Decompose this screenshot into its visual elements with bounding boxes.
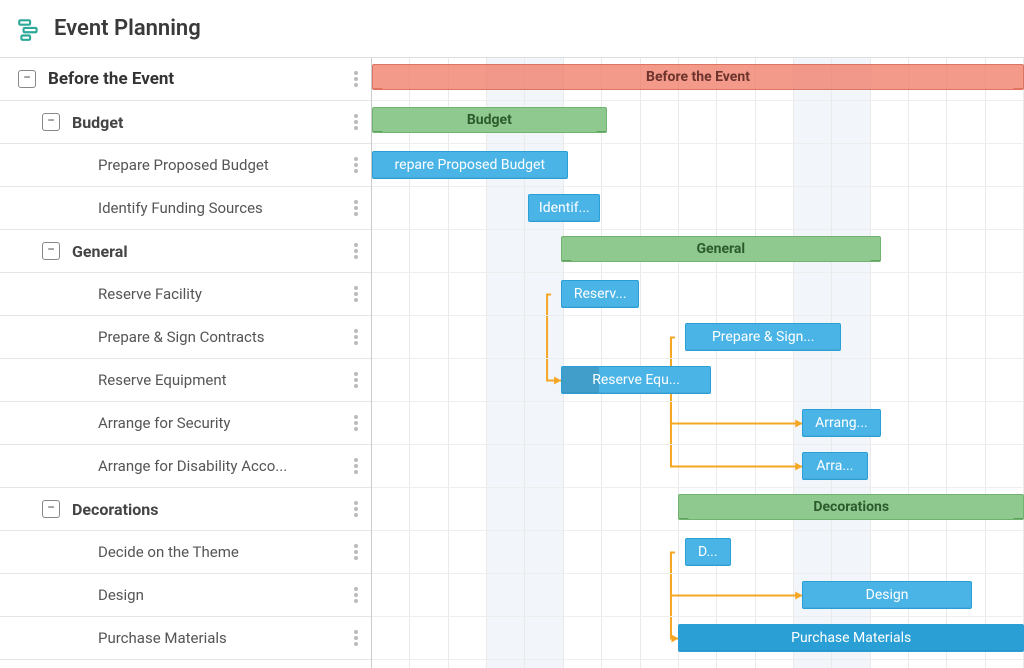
gantt-lane: Before the Event: [372, 58, 1024, 101]
gantt-lane: Reserv...: [372, 273, 1024, 316]
more-menu-icon[interactable]: [347, 624, 365, 652]
task-tree[interactable]: −Before the Event−BudgetPrepare Proposed…: [0, 58, 372, 668]
more-menu-icon[interactable]: [347, 280, 365, 308]
gantt-lane: Arra...: [372, 445, 1024, 488]
summary-bar-before[interactable]: Before the Event: [372, 64, 1024, 90]
content: −Before the Event−BudgetPrepare Proposed…: [0, 58, 1024, 668]
collapse-toggle[interactable]: −: [42, 113, 60, 131]
task-bar-prepbud[interactable]: repare Proposed Budget: [372, 151, 568, 179]
summary-bar-decor[interactable]: Decorations: [678, 494, 1024, 520]
collapse-toggle[interactable]: −: [18, 70, 36, 88]
task-row-resfac[interactable]: Reserve Facility: [0, 273, 371, 316]
task-label: Purchase Materials: [98, 629, 347, 647]
bar-label: Purchase Materials: [791, 630, 911, 646]
task-label: Reserve Facility: [98, 285, 347, 303]
gantt-lane: Identif...: [372, 187, 1024, 230]
task-row-decor[interactable]: −Decorations: [0, 488, 371, 531]
task-bar-contracts[interactable]: Prepare & Sign...: [685, 323, 841, 351]
task-label: Arrange for Security: [98, 414, 347, 432]
gantt-lane: Design: [372, 574, 1024, 617]
more-menu-icon[interactable]: [347, 366, 365, 394]
gantt-lane: Purchase Materials: [372, 617, 1024, 660]
bar-label: Before the Event: [646, 69, 750, 85]
bar-label: Reserv...: [574, 286, 627, 302]
task-row-disab[interactable]: Arrange for Disability Acco...: [0, 445, 371, 488]
gantt-lane: repare Proposed Budget: [372, 144, 1024, 187]
more-menu-icon[interactable]: [347, 65, 365, 93]
task-bar-design[interactable]: Design: [802, 581, 972, 609]
gantt-lane: Budget: [372, 101, 1024, 144]
more-menu-icon[interactable]: [347, 538, 365, 566]
task-bar-disab[interactable]: Arra...: [802, 452, 867, 480]
bar-label: General: [697, 241, 746, 257]
more-menu-icon[interactable]: [347, 452, 365, 480]
bar-label: Identif...: [539, 200, 590, 216]
bar-label: Budget: [467, 112, 512, 128]
task-bar-theme[interactable]: D...: [685, 538, 731, 566]
gantt-lane: Reserve Equ...: [372, 359, 1024, 402]
bar-label: Arrang...: [815, 415, 868, 431]
bar-label: Prepare & Sign...: [712, 329, 814, 345]
titlebar: Event Planning: [0, 0, 1024, 58]
task-bar-purchmat[interactable]: Purchase Materials: [678, 624, 1024, 652]
task-bar-identfund[interactable]: Identif...: [528, 194, 600, 222]
task-label: Prepare Proposed Budget: [98, 156, 347, 174]
page-title: Event Planning: [54, 16, 201, 41]
more-menu-icon[interactable]: [347, 151, 365, 179]
gantt-lane: D...: [372, 531, 1024, 574]
gantt-lane: Decorations: [372, 488, 1024, 531]
task-bar-resfac[interactable]: Reserv...: [561, 280, 639, 308]
more-menu-icon[interactable]: [347, 323, 365, 351]
collapse-toggle[interactable]: −: [42, 500, 60, 518]
gantt-chart[interactable]: Before the Event Budget repare Proposed Bu…: [372, 58, 1024, 668]
more-menu-icon[interactable]: [347, 194, 365, 222]
bar-label: Design: [866, 587, 909, 603]
task-label: Reserve Equipment: [98, 371, 347, 389]
gantt-lane: General: [372, 230, 1024, 273]
more-menu-icon[interactable]: [347, 108, 365, 136]
bar-label: repare Proposed Budget: [395, 157, 546, 173]
task-row-identfund[interactable]: Identify Funding Sources: [0, 187, 371, 230]
task-label: Decide on the Theme: [98, 543, 347, 561]
task-row-budget[interactable]: −Budget: [0, 101, 371, 144]
task-row-contracts[interactable]: Prepare & Sign Contracts: [0, 316, 371, 359]
bar-label: Reserve Equ...: [592, 372, 680, 388]
task-bar-resequip[interactable]: Reserve Equ...: [561, 366, 711, 394]
task-label: Decorations: [72, 500, 347, 519]
bar-label: Decorations: [813, 499, 889, 515]
task-row-purchmat[interactable]: Purchase Materials: [0, 617, 371, 660]
gantt-lane: Arrang...: [372, 402, 1024, 445]
gantt-icon: [16, 16, 42, 42]
task-row-security[interactable]: Arrange for Security: [0, 402, 371, 445]
collapse-toggle[interactable]: −: [42, 242, 60, 260]
summary-bar-general[interactable]: General: [561, 236, 880, 262]
task-label: Arrange for Disability Acco...: [98, 457, 347, 475]
more-menu-icon[interactable]: [347, 409, 365, 437]
task-label: Budget: [72, 113, 347, 132]
task-label: General: [72, 242, 347, 261]
task-label: Before the Event: [48, 69, 347, 89]
more-menu-icon[interactable]: [347, 237, 365, 265]
task-row-prepbud[interactable]: Prepare Proposed Budget: [0, 144, 371, 187]
task-bar-security[interactable]: Arrang...: [802, 409, 880, 437]
task-label: Prepare & Sign Contracts: [98, 328, 347, 346]
task-row-design[interactable]: Design: [0, 574, 371, 617]
task-row-resequip[interactable]: Reserve Equipment: [0, 359, 371, 402]
task-row-theme[interactable]: Decide on the Theme: [0, 531, 371, 574]
gantt-bars: Before the Event Budget repare Proposed Bu…: [372, 58, 1024, 668]
gantt-lane: Prepare & Sign...: [372, 316, 1024, 359]
task-row-before[interactable]: −Before the Event: [0, 58, 371, 101]
bar-label: Arra...: [816, 458, 853, 474]
more-menu-icon[interactable]: [347, 581, 365, 609]
task-label: Design: [98, 586, 347, 604]
task-row-general[interactable]: −General: [0, 230, 371, 273]
more-menu-icon[interactable]: [347, 495, 365, 523]
summary-bar-budget[interactable]: Budget: [372, 107, 607, 133]
task-label: Identify Funding Sources: [98, 199, 347, 217]
gantt-app: Event Planning −Before the Event−BudgetP…: [0, 0, 1024, 668]
bar-label: D...: [698, 544, 718, 560]
